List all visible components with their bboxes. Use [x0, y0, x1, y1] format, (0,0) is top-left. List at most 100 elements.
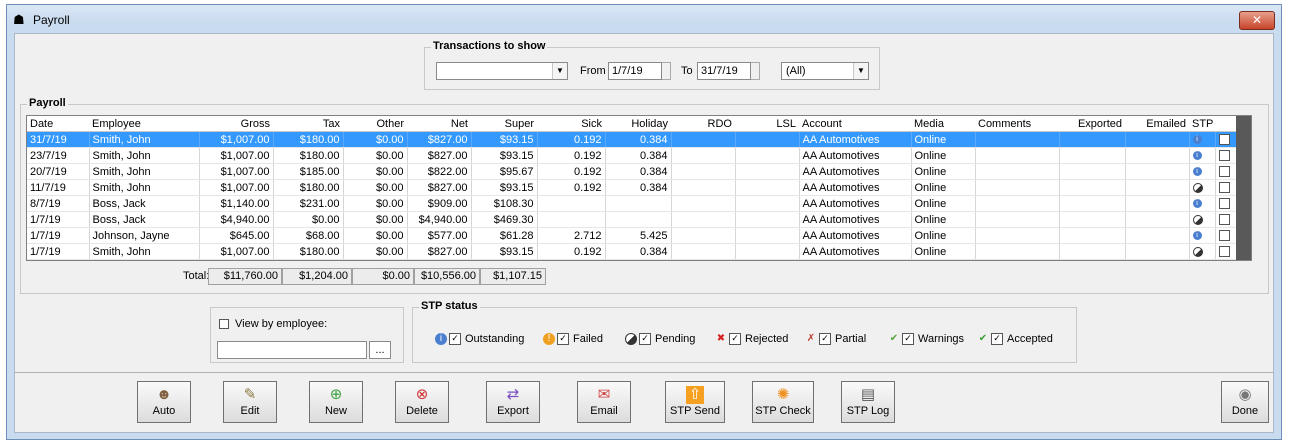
col-super[interactable]: Super	[471, 116, 537, 132]
row-checkbox[interactable]	[1218, 230, 1230, 242]
cell-super: $469.30	[471, 211, 538, 228]
new-button[interactable]: ⊕ New	[309, 381, 363, 423]
cell-stp	[1189, 211, 1216, 228]
row-checkbox[interactable]	[1218, 166, 1230, 178]
stp-send-button[interactable]: ⇧ STP Send	[665, 381, 725, 423]
cell-gross: $4,940.00	[199, 211, 274, 228]
export-icon: ⇄	[506, 386, 520, 403]
cell-emailed	[1125, 243, 1190, 260]
cell-net: $827.00	[407, 243, 472, 260]
row-checkbox[interactable]	[1218, 198, 1230, 210]
client-area: Transactions to show ▼ From 1/7/19 To 31…	[14, 33, 1274, 433]
cell-other: $0.00	[343, 195, 408, 212]
col-lsl[interactable]: LSL	[735, 116, 799, 132]
cell-stp: i	[1189, 227, 1216, 244]
to-date-input[interactable]: 31/7/19	[697, 62, 751, 80]
col-exported[interactable]: Exported	[1059, 116, 1125, 132]
auto-button[interactable]: ☻ Auto	[137, 381, 191, 423]
table-row[interactable]: 8/7/19 Boss, Jack $1,140.00 $231.00 $0.00 $90…	[27, 195, 1238, 212]
col-employee[interactable]: Employee	[89, 116, 199, 132]
cell-sick: 0.192	[537, 243, 606, 260]
cell-holiday	[605, 211, 672, 228]
edit-icon: ✎	[243, 386, 257, 403]
stp-accepted: ✔ ✓ Accepted	[977, 332, 1053, 346]
cell-exported	[1059, 163, 1126, 180]
table-row[interactable]: 11/7/19 Smith, John $1,007.00 $180.00 $0.00 $…	[27, 179, 1238, 196]
col-rdo[interactable]: RDO	[671, 116, 735, 132]
stp-status-legend: STP status	[419, 300, 480, 312]
cell-select	[1215, 227, 1238, 244]
row-checkbox[interactable]	[1218, 214, 1230, 226]
table-row[interactable]: 1/7/19 Smith, John $1,007.00 $180.00 $0.00 $8…	[27, 243, 1238, 260]
cell-tax: $185.00	[273, 163, 344, 180]
done-button[interactable]: ◉ Done	[1221, 381, 1269, 423]
col-comments[interactable]: Comments	[975, 116, 1059, 132]
cell-tax: $68.00	[273, 227, 344, 244]
col-emailed[interactable]: Emailed	[1125, 116, 1189, 132]
row-checkbox[interactable]	[1218, 150, 1230, 162]
row-checkbox[interactable]	[1218, 182, 1230, 194]
stp-rejected-checkbox[interactable]: ✓	[729, 333, 741, 346]
cell-rdo	[671, 131, 736, 148]
payroll-rows: 31/7/19 Smith, John $1,007.00 $180.00 $0.00 $…	[27, 131, 1238, 260]
col-gross[interactable]: Gross	[199, 116, 273, 132]
edit-label: Edit	[240, 405, 260, 417]
employee-browse-button[interactable]: ...	[369, 341, 391, 359]
stp-rejected: ✖ ✓ Rejected	[715, 332, 788, 346]
close-button[interactable]: ✕	[1239, 11, 1275, 30]
stp-pending-checkbox[interactable]: ✓	[639, 333, 651, 346]
cell-gross: $1,007.00	[199, 243, 274, 260]
table-row[interactable]: 20/7/19 Smith, John $1,007.00 $185.00 $0.00 $…	[27, 163, 1238, 180]
cell-exported	[1059, 179, 1126, 196]
vertical-scrollbar[interactable]	[1236, 116, 1251, 260]
table-row[interactable]: 31/7/19 Smith, John $1,007.00 $180.00 $0.00 $…	[27, 131, 1238, 148]
stp-outstanding-checkbox[interactable]: ✓	[449, 333, 461, 346]
edit-button[interactable]: ✎ Edit	[223, 381, 277, 423]
table-row[interactable]: 1/7/19 Boss, Jack $4,940.00 $0.00 $0.00 $4,94…	[27, 211, 1238, 228]
row-checkbox[interactable]	[1218, 134, 1230, 146]
filter-select[interactable]: (All) ▼	[781, 62, 869, 80]
col-stp[interactable]: STP	[1189, 116, 1215, 132]
col-sick[interactable]: Sick	[537, 116, 605, 132]
total-other: $0.00	[352, 268, 414, 285]
cell-tax: $180.00	[273, 243, 344, 260]
col-date[interactable]: Date	[27, 116, 89, 132]
table-row[interactable]: 1/7/19 Johnson, Jayne $645.00 $68.00 $0.00 $5…	[27, 227, 1238, 244]
cell-comments	[975, 211, 1060, 228]
cell-employee: Smith, John	[89, 163, 200, 180]
export-button[interactable]: ⇄ Export	[486, 381, 540, 423]
to-date-button[interactable]	[751, 62, 760, 80]
col-holiday[interactable]: Holiday	[605, 116, 671, 132]
chevron-down-icon[interactable]: ▼	[853, 63, 868, 79]
col-account[interactable]: Account	[799, 116, 911, 132]
col-media[interactable]: Media	[911, 116, 975, 132]
stp-failed-checkbox[interactable]: ✓	[557, 333, 569, 346]
col-tax[interactable]: Tax	[273, 116, 343, 132]
stp-accepted-checkbox[interactable]: ✓	[991, 333, 1003, 346]
payroll-grid[interactable]: Date Employee Gross Tax Other Net Super …	[26, 115, 1252, 261]
col-net[interactable]: Net	[407, 116, 471, 132]
table-row[interactable]: 23/7/19 Smith, John $1,007.00 $180.00 $0.00 $…	[27, 147, 1238, 164]
total-gross: $11,760.00	[208, 268, 282, 285]
row-checkbox[interactable]	[1218, 246, 1230, 258]
from-date-button[interactable]	[662, 62, 671, 80]
new-label: New	[324, 405, 347, 417]
cell-exported	[1059, 131, 1126, 148]
stp-warnings-checkbox[interactable]: ✓	[902, 333, 914, 346]
stp-partial-checkbox[interactable]: ✓	[819, 333, 831, 346]
done-check-icon: ◉	[1238, 386, 1252, 403]
export-label: Export	[497, 405, 529, 417]
employee-input[interactable]	[217, 341, 367, 359]
stp-log-button[interactable]: ▤ STP Log	[841, 381, 895, 423]
auto-label: Auto	[152, 405, 176, 417]
chevron-down-icon[interactable]: ▼	[552, 63, 567, 79]
stp-check-button[interactable]: ✺ STP Check	[752, 381, 814, 423]
cell-net: $4,940.00	[407, 211, 472, 228]
col-other[interactable]: Other	[343, 116, 407, 132]
cell-media: Online	[911, 131, 976, 148]
from-date-input[interactable]: 1/7/19	[608, 62, 662, 80]
email-button[interactable]: ✉ Email	[577, 381, 631, 423]
view-by-employee-checkbox[interactable]	[219, 319, 229, 329]
delete-button[interactable]: ⊗ Delete	[395, 381, 449, 423]
transaction-type-select[interactable]: ▼	[436, 62, 568, 80]
